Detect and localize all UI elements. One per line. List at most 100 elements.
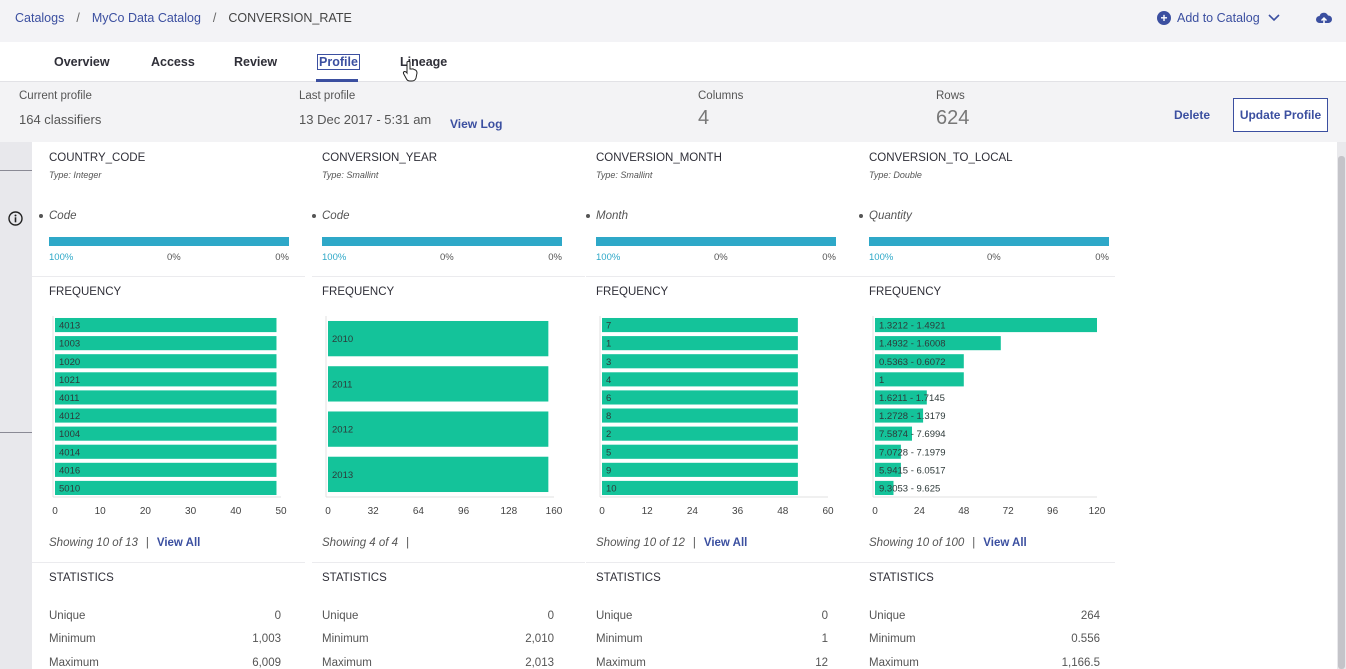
bar-category-label: 5010 <box>59 483 80 494</box>
stat-row-minimum: Minimum 1,003 <box>49 633 281 645</box>
column-card: COUNTRY_CODE Type: Integer Code 100% 0% 0% FRE… <box>32 142 305 669</box>
frequency-bar[interactable] <box>602 354 798 369</box>
x-tick-label: 96 <box>458 506 470 517</box>
data-quality-bar <box>49 237 289 246</box>
frequency-bar[interactable] <box>602 317 798 333</box>
frequency-bar[interactable] <box>55 426 277 441</box>
x-tick-label: 0 <box>872 506 878 517</box>
quality-missing-percent: 0% <box>1095 252 1109 263</box>
column-card: CONVERSION_TO_LOCAL Type: Double Quantity 1… <box>859 142 1115 669</box>
statistics-title: STATISTICS <box>322 572 387 584</box>
frequency-bar[interactable] <box>328 456 549 493</box>
classification-bullet <box>586 214 590 218</box>
bar-category-label: 1.2728 - 1.3179 <box>879 411 946 422</box>
stat-label: Minimum <box>869 633 916 645</box>
frequency-bar[interactable] <box>55 408 277 423</box>
bar-category-label: 2010 <box>332 334 353 345</box>
breadcrumb-myco-data-catalog[interactable]: MyCo Data Catalog <box>92 11 201 25</box>
frequency-bar[interactable] <box>55 480 277 496</box>
showing-summary: Showing 10 of 100 | View All <box>869 537 1027 549</box>
tab-overview[interactable]: Overview <box>54 55 110 69</box>
frequency-bar[interactable] <box>55 317 277 333</box>
bar-category-label: 6 <box>606 393 611 404</box>
column-classification[interactable]: Month <box>596 210 628 222</box>
current-profile-value: 164 classifiers <box>19 112 102 127</box>
quality-missing-percent: 0% <box>275 252 289 263</box>
bar-category-label: 2011 <box>332 379 352 390</box>
x-tick-label: 36 <box>732 506 744 517</box>
x-tick-label: 48 <box>958 506 970 517</box>
bar-category-label: 2 <box>606 429 611 440</box>
stat-value: 0 <box>821 610 828 622</box>
update-profile-button[interactable]: Update Profile <box>1233 98 1328 132</box>
view-all-link[interactable]: View All <box>983 537 1026 549</box>
frequency-title: FREQUENCY <box>322 286 395 298</box>
x-tick-label: 0 <box>52 506 58 517</box>
column-classification[interactable]: Quantity <box>869 210 912 222</box>
stat-row-unique: Unique 0 <box>49 610 281 622</box>
cloud-upload-icon[interactable] <box>1315 11 1333 27</box>
bar-category-label: 10 <box>606 483 617 494</box>
frequency-bar[interactable] <box>602 462 798 477</box>
bar-category-label: 5.9415 - 6.0517 <box>879 465 946 476</box>
frequency-chart: 4013 1003 1020 1021 4011 4012 1004 4014 4016 5010… <box>49 312 294 527</box>
frequency-bar[interactable] <box>55 372 277 387</box>
bar-category-label: 8 <box>606 411 611 422</box>
frequency-bar[interactable] <box>55 336 277 351</box>
frequency-bar[interactable] <box>328 366 549 402</box>
statistics-title: STATISTICS <box>49 572 114 584</box>
frequency-bar[interactable] <box>602 336 798 351</box>
bar-category-label: 4013 <box>59 321 80 332</box>
info-icon[interactable] <box>8 211 23 226</box>
quality-valid-percent: 100% <box>49 252 74 263</box>
tab-access[interactable]: Access <box>151 55 195 69</box>
bar-category-label: 1 <box>606 339 611 350</box>
frequency-bar[interactable] <box>55 354 277 369</box>
frequency-bar[interactable] <box>55 462 277 477</box>
frequency-bar[interactable] <box>328 411 549 447</box>
separator-pipe: | <box>692 537 696 549</box>
column-name: CONVERSION_TO_LOCAL <box>869 152 1013 164</box>
delete-button[interactable]: Delete <box>1174 108 1210 122</box>
section-divider <box>586 276 859 277</box>
bar-category-label: 1003 <box>59 339 80 350</box>
last-profile-value: 13 Dec 2017 - 5:31 am <box>299 112 432 127</box>
frequency-bar[interactable] <box>328 320 549 357</box>
breadcrumb-separator: / <box>76 11 80 25</box>
frequency-bar[interactable] <box>602 426 798 441</box>
frequency-bar[interactable] <box>602 390 798 405</box>
frequency-bar[interactable] <box>602 408 798 423</box>
section-divider <box>312 276 585 277</box>
bar-category-label: 4012 <box>59 411 80 422</box>
x-tick-label: 0 <box>325 506 331 517</box>
section-divider <box>32 562 305 563</box>
frequency-bar[interactable] <box>55 390 277 405</box>
bar-category-label: 7.0728 - 7.1979 <box>879 447 946 458</box>
column-classification[interactable]: Code <box>49 210 77 222</box>
stat-value: 2,010 <box>525 633 554 645</box>
frequency-bar[interactable] <box>602 372 798 387</box>
separator-pipe: | <box>145 537 149 549</box>
breadcrumb-current: CONVERSION_RATE <box>228 11 352 25</box>
view-all-link[interactable]: View All <box>704 537 747 549</box>
view-log-link[interactable]: View Log <box>450 117 502 131</box>
quality-valid-percent: 100% <box>322 252 347 263</box>
frequency-bar[interactable] <box>602 480 798 496</box>
add-to-catalog-button[interactable]: + Add to Catalog <box>1157 11 1282 25</box>
x-tick-label: 64 <box>413 506 425 517</box>
columns-count: 4 <box>698 107 710 129</box>
tab-profile[interactable]: Profile <box>317 54 360 70</box>
stat-value: 0 <box>274 610 281 622</box>
bar-category-label: 1 <box>879 375 884 386</box>
frequency-chart: 7 1 3 4 6 8 2 5 9 10 0 12 24 36 48 60 <box>596 312 841 527</box>
frequency-bar[interactable] <box>875 372 964 387</box>
view-all-link[interactable]: View All <box>157 537 200 549</box>
breadcrumb-catalogs[interactable]: Catalogs <box>15 11 64 25</box>
frequency-bar[interactable] <box>602 444 798 459</box>
scrollbar-thumb[interactable] <box>1338 156 1345 669</box>
column-classification[interactable]: Code <box>322 210 350 222</box>
tab-review[interactable]: Review <box>234 55 277 69</box>
frequency-bar[interactable] <box>55 444 277 459</box>
bar-category-label: 1020 <box>59 357 80 368</box>
separator-pipe: | <box>406 537 410 549</box>
